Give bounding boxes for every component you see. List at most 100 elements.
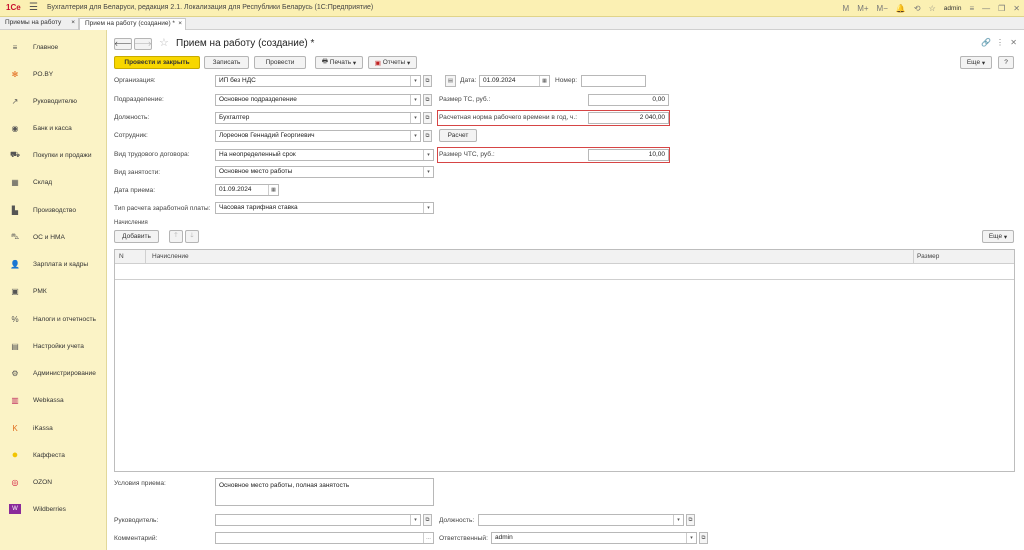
print-button[interactable]: 🖶 Печать ▾ (315, 56, 363, 69)
history-icon[interactable]: ⟲ (910, 4, 925, 13)
m-icon[interactable]: M (839, 4, 854, 13)
column-header-accrual[interactable]: Начисление (152, 253, 189, 260)
department-field[interactable]: Основное подразделение ▾ (215, 94, 421, 106)
menu-icon[interactable]: ☰ (29, 2, 38, 13)
open-link-icon[interactable]: ⧉ (423, 75, 432, 87)
open-link-icon[interactable]: ⧉ (423, 130, 432, 142)
chevron-down-icon[interactable]: ▾ (410, 95, 420, 105)
more-dots-icon[interactable]: … (423, 533, 433, 543)
chevron-down-icon[interactable]: ▾ (673, 515, 683, 525)
tab-hire-create[interactable]: Прием на работу (создание) * × (79, 18, 186, 30)
tab-hires-list[interactable]: Приемы на работу × (0, 18, 79, 30)
minimize-icon[interactable]: — (978, 4, 994, 13)
sidebar-item-poby[interactable]: ✻ PO.BY (0, 65, 107, 83)
pay-type-field[interactable]: Часовая тарифная ставка ▾ (215, 202, 434, 214)
tab-close-icon[interactable]: × (178, 20, 182, 27)
star-icon[interactable]: ☆ (925, 4, 940, 13)
norm-hours-field[interactable]: 2 040,00 (588, 112, 669, 124)
open-link-icon[interactable]: ⧉ (686, 514, 695, 526)
chevron-down-icon[interactable]: ▾ (410, 515, 420, 525)
sidebar-item-main[interactable]: ≡ Главное (0, 38, 107, 56)
post-and-close-button[interactable]: Провести и закрыть (114, 56, 200, 69)
sidebar-item-manager[interactable]: ↗ Руководителю (0, 92, 107, 110)
save-button[interactable]: Записать (204, 56, 249, 69)
chevron-down-icon[interactable]: ▾ (686, 533, 696, 543)
sidebar-item-salary-hr[interactable]: 👤 Зарплата и кадры (0, 255, 107, 273)
employment-type-field[interactable]: Основное место работы ▾ (215, 166, 434, 178)
more-vert-icon[interactable]: ⋮ (996, 38, 1004, 47)
help-button[interactable]: ? (998, 56, 1014, 69)
ts-amount-field[interactable]: 0,00 (588, 94, 669, 106)
position-field[interactable]: Бухгалтер ▾ (215, 112, 421, 124)
settings-menu-icon[interactable]: ≡ (965, 4, 978, 13)
calculate-button[interactable]: Расчет (439, 129, 477, 142)
sidebar-item-kaffesta[interactable]: ● Каффеста (0, 446, 107, 464)
close-icon[interactable]: ✕ (1009, 4, 1024, 13)
manager-field[interactable]: ▾ (215, 514, 421, 526)
chts-amount-field[interactable]: 10,00 (588, 149, 669, 161)
date-field[interactable]: 01.09.2024 ▦ (479, 75, 550, 87)
column-header-amount[interactable]: Размер (917, 253, 939, 260)
chevron-down-icon[interactable]: ▾ (410, 131, 420, 141)
m-plus-icon[interactable]: M+ (853, 4, 872, 13)
sidebar-item-webkassa[interactable]: ▥ Webkassa (0, 391, 107, 409)
calendar-icon[interactable]: ▦ (268, 185, 278, 195)
close-form-icon[interactable]: ✕ (1010, 38, 1017, 47)
sidebar-item-taxes[interactable]: % Налоги и отчетность (0, 310, 107, 328)
tab-close-icon[interactable]: × (71, 19, 75, 26)
user-name[interactable]: admin (940, 5, 966, 12)
open-link-icon[interactable]: ⧉ (699, 532, 708, 544)
sidebar-item-ikassa[interactable]: KiKassa (0, 419, 107, 437)
conditions-textarea[interactable]: Основное место работы, полная занятость (215, 478, 434, 506)
employee-field[interactable]: Лореонов Геннадий Георгиевич ▾ (215, 130, 421, 142)
sidebar-item-fixed-assets[interactable]: ⛍ ОС и НМА (0, 228, 107, 246)
more-button[interactable]: Еще ▾ (960, 56, 992, 69)
sidebar-item-ozon[interactable]: ◎ OZON (0, 473, 107, 491)
manager-position-field[interactable]: ▾ (478, 514, 684, 526)
chevron-down-icon[interactable]: ▾ (423, 167, 433, 177)
calendar-icon[interactable]: ▤ (445, 75, 456, 87)
restore-icon[interactable]: ❐ (994, 4, 1009, 13)
move-up-icon[interactable]: 🡑 (169, 230, 183, 243)
open-link-icon[interactable]: ⧉ (423, 112, 432, 124)
table-header: N Начисление Размер (115, 250, 1014, 264)
forward-arrow-icon[interactable]: 🡒 (134, 38, 152, 50)
bell-icon[interactable]: 🔔 (892, 4, 910, 13)
organization-field[interactable]: ИП без НДС ▾ (215, 75, 421, 87)
comment-field[interactable]: … (215, 532, 434, 544)
chevron-down-icon[interactable]: ▾ (410, 113, 420, 123)
chevron-down-icon[interactable]: ▾ (410, 76, 420, 86)
printer-icon: 🖶 (321, 58, 330, 65)
sidebar-item-rmk[interactable]: ▣ РМК (0, 282, 107, 300)
reports-button[interactable]: ▣ Отчеты ▾ (368, 56, 417, 69)
post-button[interactable]: Провести (254, 56, 306, 69)
sidebar-item-administration[interactable]: ⚙ Администрирование (0, 364, 107, 382)
sidebar-item-wildberries[interactable]: W Wildberries (0, 500, 107, 518)
open-link-icon[interactable]: ⧉ (423, 514, 432, 526)
chevron-down-icon: ▾ (980, 59, 986, 67)
sidebar-item-production[interactable]: ▙ Производство (0, 201, 107, 219)
responsible-field[interactable]: admin ▾ (491, 532, 697, 544)
sidebar-item-bank[interactable]: ◉ Банк и касса (0, 119, 107, 137)
move-down-icon[interactable]: 🡓 (185, 230, 199, 243)
number-field[interactable] (581, 75, 646, 87)
chevron-down-icon[interactable]: ▾ (423, 203, 433, 213)
add-accrual-button[interactable]: Добавить (114, 230, 159, 243)
sidebar-item-accounting-settings[interactable]: ▤ Настройки учета (0, 337, 107, 355)
open-link-icon[interactable]: ⧉ (423, 94, 432, 106)
calendar-icon[interactable]: ▦ (539, 76, 549, 86)
favorite-star-icon[interactable]: ☆ (159, 36, 169, 49)
accruals-table[interactable]: N Начисление Размер (114, 249, 1015, 472)
norm-label: Расчетная норма рабочего времени в год, … (439, 114, 578, 121)
column-header-n[interactable]: N (119, 253, 124, 260)
chevron-down-icon[interactable]: ▾ (423, 150, 433, 160)
m-minus-icon[interactable]: M− (873, 4, 892, 13)
link-icon[interactable]: 🔗 (981, 38, 991, 47)
hire-date-field[interactable]: 01.09.2024 ▦ (215, 184, 279, 196)
accruals-more-button[interactable]: Еще ▾ (982, 230, 1014, 243)
table-row[interactable] (115, 264, 1014, 280)
back-arrow-icon[interactable]: 🡐 (114, 38, 132, 50)
sidebar-item-purchases-sales[interactable]: ⛟ Покупки и продажи (0, 146, 107, 164)
contract-type-field[interactable]: На неопределенный срок ▾ (215, 149, 434, 161)
sidebar-item-warehouse[interactable]: ▦ Склад (0, 173, 107, 191)
